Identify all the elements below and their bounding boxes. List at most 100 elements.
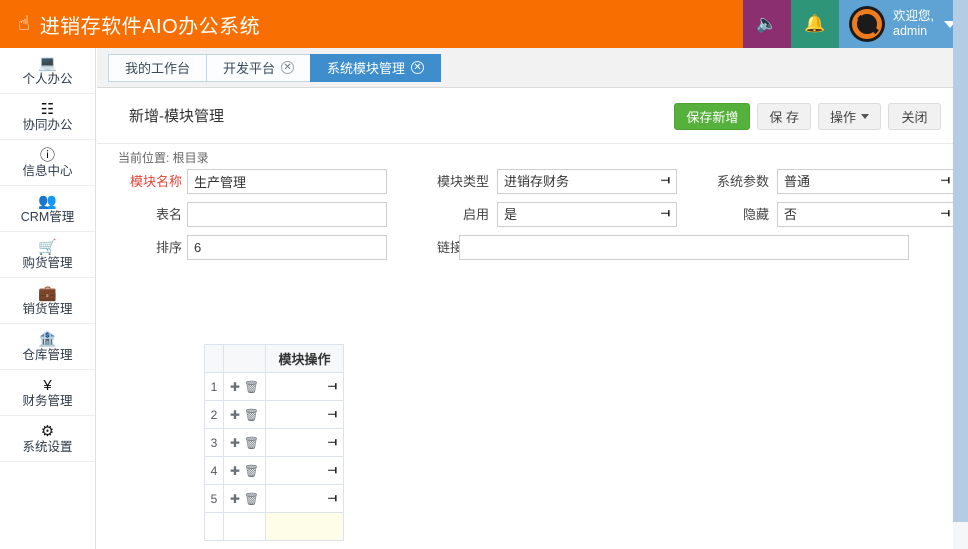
sidebar-item-finance[interactable]: ¥ 财务管理: [0, 370, 95, 416]
application-window: ☝ 进销存软件AIO办公系统 🔈 🔔 欢迎您, admin 💻 个人办公 ☷ 协…: [0, 0, 968, 549]
sidebar-item-label: 销货管理: [22, 301, 73, 316]
table-footer-row[interactable]: [204, 512, 344, 541]
sort-order-input[interactable]: [187, 235, 387, 260]
form-row-3: 排序 链接地址: [97, 235, 968, 264]
row-actions: ✚ 🗑: [223, 372, 266, 401]
trash-icon[interactable]: 🗑: [244, 492, 259, 506]
save-button[interactable]: 保 存: [757, 103, 811, 130]
module-operation-grid: 模块操作 1 ✚ 🗑 ⟞ 2 ✚ 🗑 ⟞ 3 ✚ 🗑 ⟞ 4 ✚ 🗑 ⟞ 5 ✚…: [204, 344, 344, 541]
plus-icon[interactable]: ✚: [230, 408, 240, 422]
app-brand[interactable]: ☝ 进销存软件AIO办公系统: [0, 0, 260, 48]
briefcase-icon: 💼: [38, 284, 57, 302]
table-row[interactable]: 5 ✚ 🗑 ⟞: [204, 484, 344, 513]
operation-select[interactable]: [266, 485, 343, 512]
tab-system-module-management[interactable]: 系统模块管理 ✕: [310, 53, 442, 82]
sidebar-item-personal[interactable]: 💻 个人办公: [0, 48, 95, 94]
row-number: 5: [204, 484, 224, 513]
bank-icon: 🏦: [38, 330, 57, 348]
plus-icon[interactable]: ✚: [230, 464, 240, 478]
trash-icon[interactable]: 🗑: [244, 408, 259, 422]
sys-param-select[interactable]: 普通: [777, 169, 957, 194]
tab-label: 我的工作台: [125, 61, 191, 76]
footer-actions-cell: [223, 512, 266, 541]
chevron-down-icon: [861, 114, 869, 119]
table-row[interactable]: 2 ✚ 🗑 ⟞: [204, 400, 344, 429]
tab-dev-platform[interactable]: 开发平台 ✕: [206, 53, 312, 82]
operation-select[interactable]: [266, 429, 343, 456]
sidebar-item-label: 财务管理: [22, 393, 73, 408]
sidebar-item-purchase[interactable]: 🛒 购货管理: [0, 232, 95, 278]
breadcrumb: 当前位置: 根目录: [118, 151, 209, 165]
trash-icon[interactable]: 🗑: [244, 380, 259, 394]
speaker-icon: 🔈: [756, 14, 778, 33]
module-name-input[interactable]: [187, 169, 387, 194]
hidden-select[interactable]: 否: [777, 202, 957, 227]
tab-my-workbench[interactable]: 我的工作台: [108, 53, 208, 82]
plus-icon[interactable]: ✚: [230, 492, 240, 506]
header-spacer: [260, 0, 743, 48]
row-operation-cell[interactable]: ⟞: [265, 456, 344, 485]
row-number: 1: [204, 372, 224, 401]
operation-select[interactable]: [266, 373, 343, 400]
trash-icon[interactable]: 🗑: [244, 464, 259, 478]
sidebar-item-collaboration[interactable]: ☷ 协同办公: [0, 94, 95, 140]
row-operation-cell[interactable]: ⟞: [265, 372, 344, 401]
sidebar-item-settings[interactable]: ⚙ 系统设置: [0, 416, 95, 462]
top-header-bar: ☝ 进销存软件AIO办公系统 🔈 🔔 欢迎您, admin: [0, 0, 968, 48]
link-url-input[interactable]: [459, 235, 909, 260]
scrollbar-thumb[interactable]: [953, 0, 968, 522]
sidebar-item-label: CRM管理: [20, 209, 75, 224]
plus-icon[interactable]: ✚: [230, 380, 240, 394]
announcement-button[interactable]: 🔈: [743, 0, 792, 48]
row-operation-cell[interactable]: ⟞: [265, 400, 344, 429]
close-icon[interactable]: ✕: [281, 61, 295, 74]
sys-param-select-wrap[interactable]: 普通 ⟞: [777, 169, 957, 194]
sort-order-label: 排序: [155, 240, 182, 255]
close-icon[interactable]: ✕: [411, 61, 425, 74]
row-operation-cell[interactable]: ⟞: [265, 484, 344, 513]
operation-select-wrap[interactable]: ⟞: [266, 401, 343, 428]
action-dropdown-button[interactable]: 操作: [817, 103, 881, 130]
footer-operation-cell[interactable]: [265, 512, 344, 541]
module-form: 模块名称 模块类型 进销存财务 ⟞ 系统参数 普通 ⟞: [97, 169, 968, 268]
sidebar-item-sales[interactable]: 💼 销货管理: [0, 278, 95, 324]
row-actions: ✚ 🗑: [223, 456, 266, 485]
form-row-1: 模块名称 模块类型 进销存财务 ⟞ 系统参数 普通 ⟞: [97, 169, 968, 198]
row-actions: ✚ 🗑: [223, 428, 266, 457]
sidebar-item-info-center[interactable]: ⓘ 信息中心: [0, 140, 95, 186]
table-name-input[interactable]: [187, 202, 387, 227]
sidebar-item-crm[interactable]: 👥 CRM管理: [0, 186, 95, 232]
column-header-operation: 模块操作: [265, 344, 344, 373]
hidden-select-wrap[interactable]: 否 ⟞: [777, 202, 957, 227]
operation-select-wrap[interactable]: ⟞: [266, 373, 343, 400]
notifications-button[interactable]: 🔔: [791, 0, 840, 48]
left-sidebar: 💻 个人办公 ☷ 协同办公 ⓘ 信息中心 👥 CRM管理 🛒 购货管理 💼 销货…: [0, 48, 96, 549]
sidebar-item-label: 协同办公: [22, 117, 73, 132]
table-row[interactable]: 3 ✚ 🗑 ⟞: [204, 428, 344, 457]
plus-icon[interactable]: ✚: [230, 436, 240, 450]
operation-select[interactable]: [266, 457, 343, 484]
operation-select-wrap[interactable]: ⟞: [266, 485, 343, 512]
operation-select[interactable]: [266, 401, 343, 428]
trash-icon[interactable]: 🗑: [244, 436, 259, 450]
table-row[interactable]: 4 ✚ 🗑 ⟞: [204, 456, 344, 485]
tab-label: 开发平台: [223, 61, 276, 76]
operation-select-wrap[interactable]: ⟞: [266, 429, 343, 456]
page-title: 新增-模块管理: [129, 108, 224, 125]
row-actions: ✚ 🗑: [223, 484, 266, 513]
user-menu[interactable]: 欢迎您, admin: [839, 0, 968, 48]
page-scrollbar[interactable]: [953, 0, 968, 549]
table-row[interactable]: 1 ✚ 🗑 ⟞: [204, 372, 344, 401]
users-icon: 👥: [38, 192, 57, 210]
operation-select-wrap[interactable]: ⟞: [266, 457, 343, 484]
tab-label: 系统模块管理: [327, 61, 406, 76]
yen-icon: ¥: [43, 376, 52, 394]
bell-icon: 🔔: [804, 14, 826, 33]
page-header: 新增-模块管理 保存新增 保 存 操作 关闭: [97, 89, 968, 144]
column-header-rownum: [204, 344, 224, 373]
row-operation-cell[interactable]: ⟞: [265, 428, 344, 457]
sidebar-item-warehouse[interactable]: 🏦 仓库管理: [0, 324, 95, 370]
save-and-new-button[interactable]: 保存新增: [674, 103, 751, 130]
close-button[interactable]: 关闭: [888, 103, 941, 130]
module-type-label: 模块类型: [436, 174, 489, 189]
